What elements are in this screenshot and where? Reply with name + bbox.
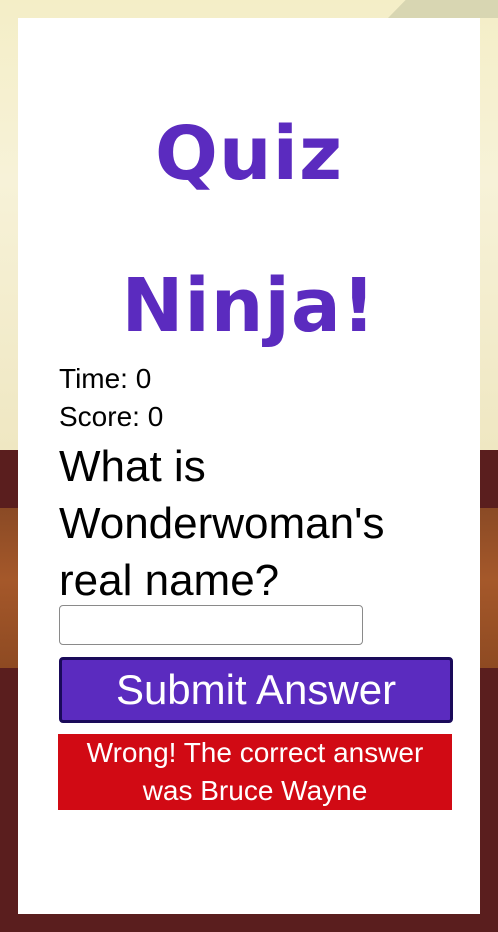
page-title: Quiz Ninja! [18,78,480,382]
timer-value: 0 [135,363,152,394]
question-text: What is Wonderwoman's real name? [59,442,385,605]
submit-answer-button[interactable]: Submit Answer [59,657,453,723]
timer-label: Time: [59,363,128,394]
answer-input[interactable] [59,605,363,645]
title-line-ninja: Ninja! [121,263,377,349]
title-line-quiz: Quiz [154,111,344,197]
background-corner [388,0,498,18]
feedback-message: Wrong! The correct answer was Bruce Wayn… [58,734,452,810]
score-value: 0 [147,401,164,432]
score-label: Score: [59,401,140,432]
quiz-card: Quiz Ninja! Time: 0 Score: 0 What is Won… [18,18,480,914]
score: Score: 0 [59,398,163,436]
timer: Time: 0 [59,360,151,398]
